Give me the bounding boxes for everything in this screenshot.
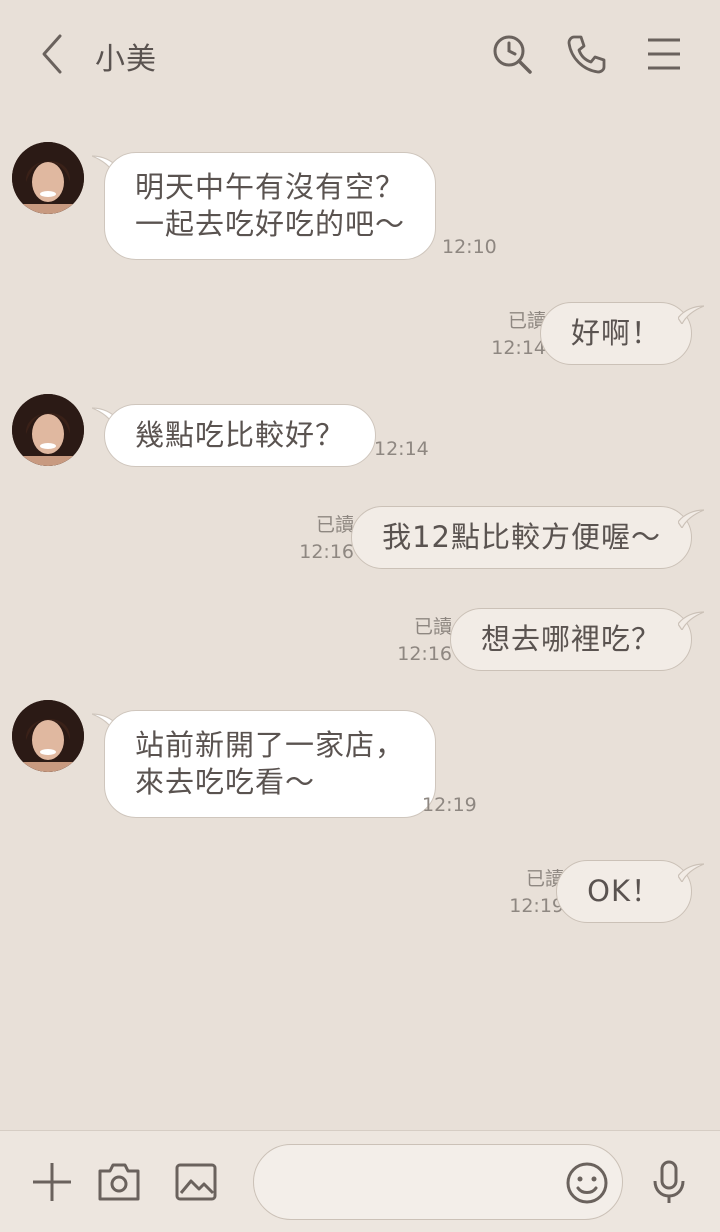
message-list[interactable]: 明天中午有沒有空？ 一起去吃好吃的吧～ 12:10 已讀 12:14 好啊！ 幾… — [0, 108, 720, 1128]
message-time: 12:16 — [299, 541, 354, 563]
voice-button[interactable] — [646, 1159, 692, 1205]
chevron-left-icon — [42, 34, 62, 74]
emoji-button[interactable] — [564, 1160, 610, 1206]
avatar[interactable] — [12, 700, 84, 772]
avatar[interactable] — [12, 394, 84, 466]
message-meta: 已讀 12:16 — [299, 512, 354, 566]
message-input-box[interactable] — [253, 1144, 623, 1220]
read-receipt: 已讀 — [315, 514, 354, 536]
bubble-tail — [678, 508, 704, 528]
search-history-icon — [493, 35, 532, 74]
message-text: 想去哪裡吃？ — [480, 622, 661, 656]
image-button[interactable] — [173, 1159, 219, 1205]
message-meta: 已讀 12:14 — [491, 308, 546, 362]
microphone-icon — [653, 1160, 685, 1203]
read-receipt: 已讀 — [507, 310, 546, 332]
menu-icon — [648, 38, 680, 70]
input-toolbar — [0, 1130, 720, 1232]
message-bubble[interactable]: 我12點比較方便喔～ — [351, 506, 692, 569]
message-time: 12:14 — [374, 438, 429, 460]
plus-icon — [33, 1163, 71, 1201]
message-text: OK！ — [587, 874, 661, 908]
back-button[interactable] — [32, 32, 72, 76]
read-receipt: 已讀 — [413, 616, 452, 638]
message-input[interactable] — [278, 1163, 548, 1201]
message-text: 明天中午有沒有空？ — [135, 170, 406, 204]
bubble-tail — [678, 610, 704, 630]
menu-button[interactable] — [642, 32, 686, 76]
phone-icon — [567, 35, 606, 74]
search-history-button[interactable] — [490, 32, 534, 76]
message-text: 幾點吃比較好？ — [135, 418, 346, 452]
message-bubble[interactable]: 明天中午有沒有空？ 一起去吃好吃的吧～ — [104, 152, 437, 260]
message-text: 來去吃吃看～ — [135, 765, 316, 799]
emoji-icon — [566, 1162, 608, 1204]
bubble-tail — [678, 862, 704, 882]
message-time: 12:16 — [397, 643, 452, 665]
chat-header: 小美 — [0, 0, 720, 108]
message-time: 12:10 — [442, 236, 497, 258]
message-bubble[interactable]: 幾點吃比較好？ — [104, 404, 377, 467]
camera-button[interactable] — [96, 1159, 142, 1205]
message-meta: 已讀 12:16 — [397, 614, 452, 668]
call-button[interactable] — [565, 32, 609, 76]
message-text: 一起去吃好吃的吧～ — [135, 207, 406, 241]
message-time: 12:19 — [422, 794, 477, 816]
message-time: 12:14 — [491, 337, 546, 359]
bubble-tail — [678, 304, 704, 324]
message-bubble[interactable]: 好啊！ — [539, 302, 692, 365]
avatar[interactable] — [12, 142, 84, 214]
message-bubble[interactable]: 想去哪裡吃？ — [449, 608, 692, 671]
message-text: 好啊！ — [570, 316, 661, 350]
message-text: 站前新開了一家店， — [135, 728, 406, 762]
camera-icon — [98, 1163, 140, 1201]
image-icon — [175, 1163, 217, 1201]
message-bubble[interactable]: OK！ — [556, 860, 692, 923]
message-text: 我12點比較方便喔～ — [382, 520, 661, 554]
message-bubble[interactable]: 站前新開了一家店， 來去吃吃看～ — [104, 710, 437, 818]
add-button[interactable] — [29, 1159, 75, 1205]
chat-title: 小美 — [95, 42, 157, 77]
